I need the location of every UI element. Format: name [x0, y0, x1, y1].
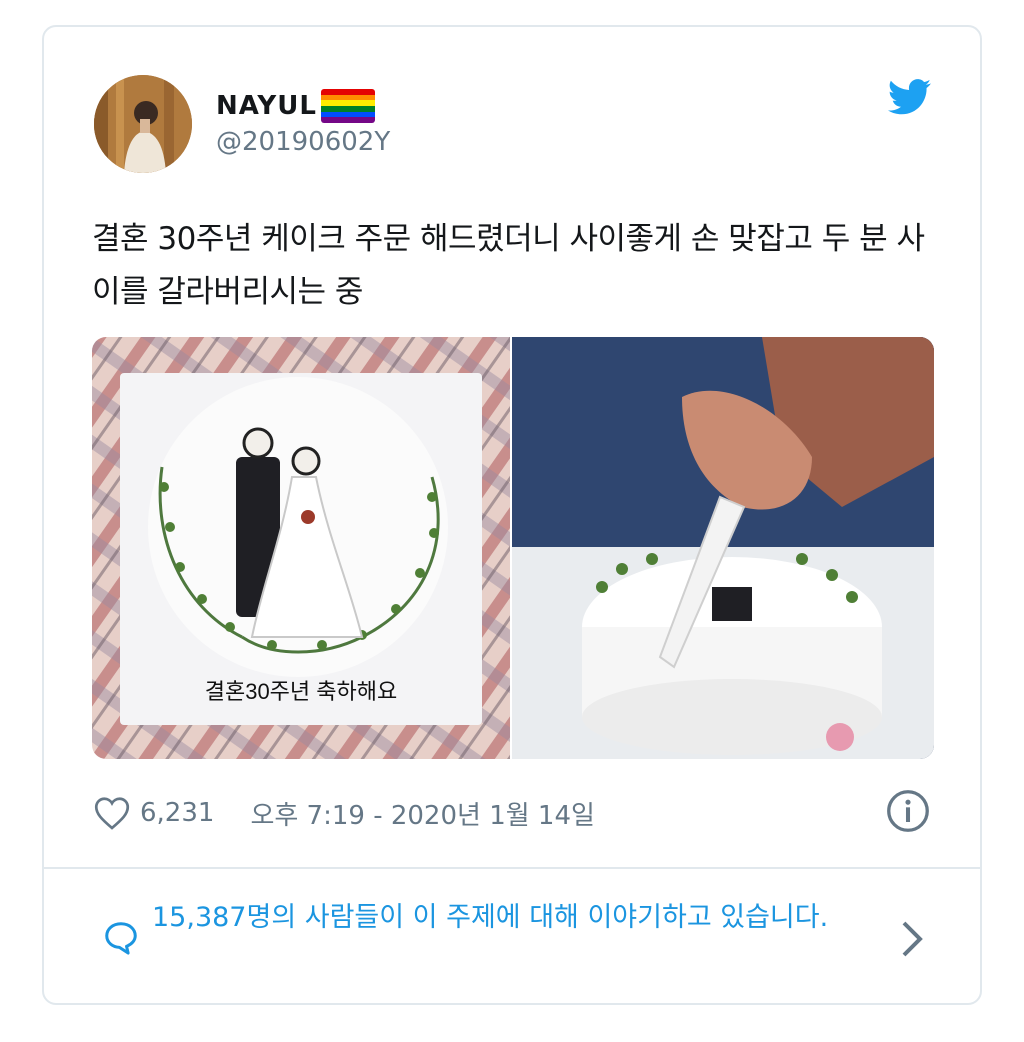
tweet-card: NAYUL @20190602Y 결혼 30주년 케이크 주문 해드렸더니 사이… [42, 25, 982, 1005]
conversation-link[interactable]: 15,387명의 사람들이 이 주제에 대해 이야기하고 있습니다. [102, 895, 924, 985]
tweet-text: 결혼 30주년 케이크 주문 해드렸더니 사이좋게 손 맞잡고 두 분 사이를 … [92, 221, 925, 310]
cake-inscription: 결혼30주년 축하해요 [205, 679, 398, 704]
chevron-right-icon[interactable] [900, 919, 924, 959]
flag-stripe [320, 117, 375, 123]
like-count[interactable]: 6,231 [140, 798, 214, 828]
twitter-bird-icon[interactable] [888, 79, 932, 115]
cake-photo[interactable]: 결혼30주년 축하해요 [92, 337, 510, 759]
display-name-text[interactable]: NAYUL [216, 91, 317, 121]
cake-cutting-photo-image [512, 337, 934, 759]
tweet-timestamp[interactable]: 오후 7:19 - 2020년 1월 14일 [250, 795, 595, 832]
rainbow-flag-icon [320, 89, 375, 123]
speech-bubble-icon [105, 922, 137, 955]
cake-photo-image: 결혼30주년 축하해요 [92, 337, 510, 759]
heart-icon[interactable] [94, 796, 130, 830]
cake-cutting-photo[interactable] [512, 337, 934, 759]
info-icon[interactable] [886, 789, 930, 833]
avatar[interactable] [94, 75, 192, 173]
divider [44, 867, 980, 869]
display-name[interactable]: NAYUL [216, 89, 375, 123]
user-handle[interactable]: @20190602Y [216, 127, 390, 157]
tweet-media[interactable]: 결혼30주년 축하해요 [92, 337, 934, 759]
tweet-meta: 6,231 오후 7:19 - 2020년 1월 14일 [94, 790, 930, 833]
conversation-text[interactable]: 15,387명의 사람들이 이 주제에 대해 이야기하고 있습니다. [152, 897, 842, 939]
